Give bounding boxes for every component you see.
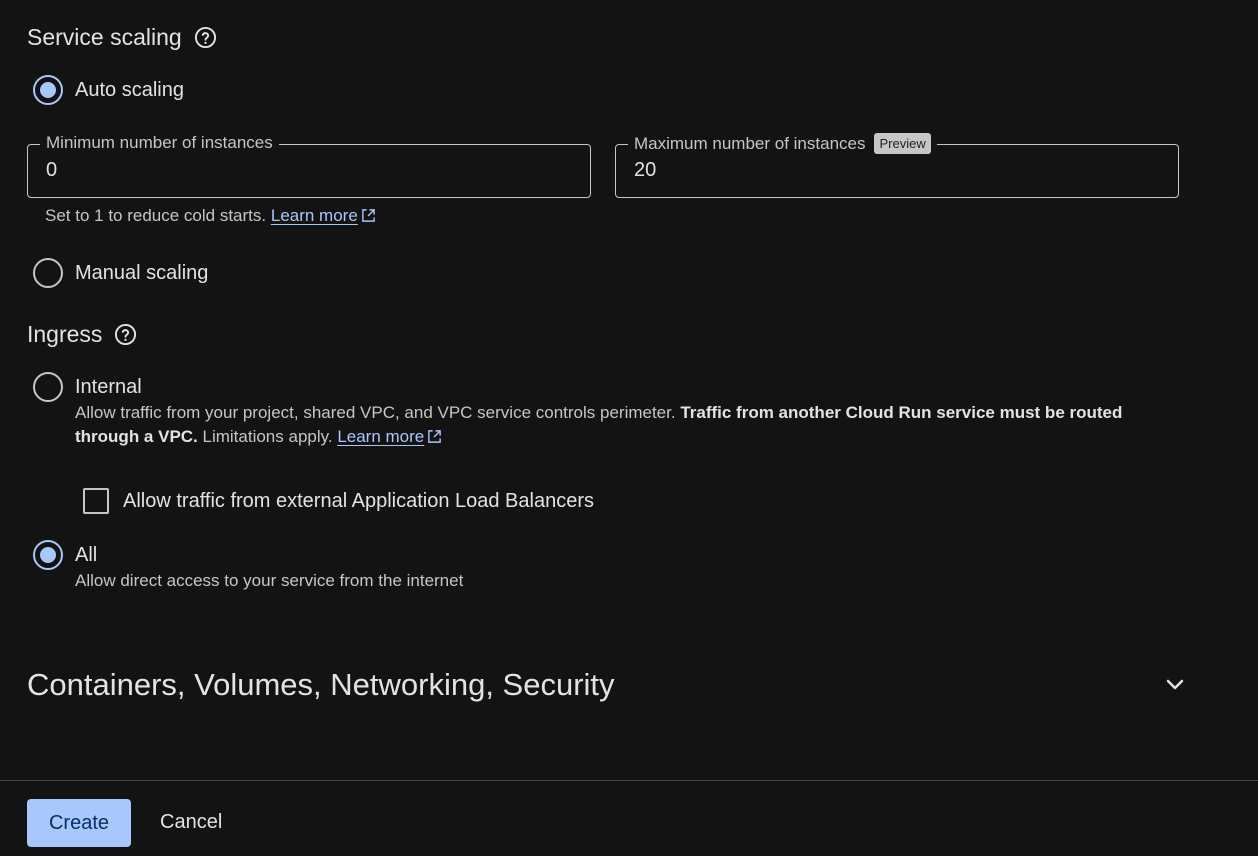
- ingress-all-option[interactable]: All: [33, 540, 97, 570]
- max-instances-label: Maximum number of instances Preview: [628, 133, 937, 154]
- ingress-title: Ingress: [27, 321, 137, 348]
- external-link-icon: [361, 209, 375, 222]
- help-icon[interactable]: [114, 323, 137, 346]
- allow-alb-checkbox[interactable]: [83, 488, 109, 514]
- allow-alb-label: Allow traffic from external Application …: [123, 489, 594, 512]
- learn-more-link[interactable]: Learn more: [271, 206, 358, 225]
- ingress-internal-radio[interactable]: [33, 372, 63, 402]
- ingress-title-text: Ingress: [27, 321, 103, 347]
- internal-desc-tail: Limitations apply.: [197, 427, 338, 446]
- min-instances-label: Minimum number of instances: [40, 133, 279, 153]
- create-button[interactable]: Create: [27, 799, 131, 847]
- min-instances-field[interactable]: Minimum number of instances 0: [27, 133, 591, 198]
- manual-scaling-radio[interactable]: [33, 258, 63, 288]
- advanced-settings-title: Containers, Volumes, Networking, Securit…: [27, 667, 615, 702]
- ingress-internal-label: Internal: [75, 375, 142, 398]
- ingress-all-radio[interactable]: [33, 540, 63, 570]
- max-instances-field[interactable]: Maximum number of instances Preview 20: [615, 133, 1179, 198]
- auto-scaling-radio[interactable]: [33, 75, 63, 105]
- ingress-internal-description: Allow traffic from your project, shared …: [75, 401, 1175, 449]
- auto-scaling-label: Auto scaling: [75, 78, 184, 101]
- ingress-internal-option[interactable]: Internal: [33, 372, 142, 402]
- ingress-all-description: Allow direct access to your service from…: [75, 571, 464, 590]
- helper-text: Set to 1 to reduce cold starts.: [45, 206, 267, 225]
- max-instances-label-text: Maximum number of instances: [634, 133, 866, 153]
- preview-badge: Preview: [874, 133, 931, 154]
- max-instances-input[interactable]: 20: [634, 159, 656, 182]
- min-instances-helper: Set to 1 to reduce cold starts. Learn mo…: [45, 206, 376, 226]
- help-icon[interactable]: [194, 26, 217, 49]
- service-scaling-title-text: Service scaling: [27, 24, 182, 50]
- manual-scaling-label: Manual scaling: [75, 261, 209, 284]
- service-scaling-title: Service scaling: [27, 24, 217, 51]
- auto-scaling-option[interactable]: Auto scaling: [33, 75, 184, 105]
- min-instances-input[interactable]: 0: [46, 159, 57, 182]
- ingress-all-label: All: [75, 543, 98, 566]
- advanced-settings-expander[interactable]: Containers, Volumes, Networking, Securit…: [27, 664, 1187, 706]
- min-instances-label-text: Minimum number of instances: [46, 133, 273, 152]
- allow-alb-option[interactable]: Allow traffic from external Application …: [83, 488, 594, 514]
- footer-divider: [0, 780, 1258, 781]
- internal-desc-plain: Allow traffic from your project, shared …: [75, 403, 681, 422]
- cancel-button[interactable]: Cancel: [160, 811, 222, 834]
- ingress-learn-more-link[interactable]: Learn more: [337, 427, 424, 446]
- manual-scaling-option[interactable]: Manual scaling: [33, 258, 208, 288]
- chevron-down-icon[interactable]: [1163, 673, 1187, 697]
- external-link-icon: [428, 430, 442, 443]
